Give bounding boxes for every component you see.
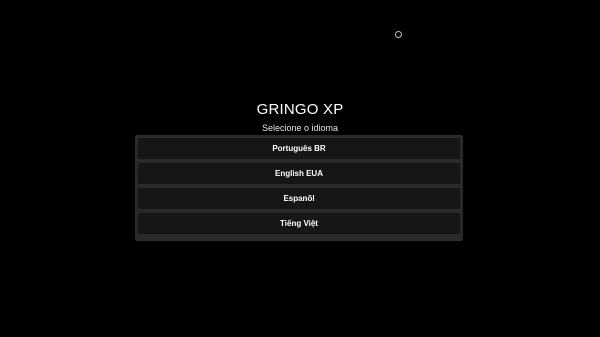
language-option-tieng-viet[interactable]: Tiếng Việt — [138, 213, 460, 234]
language-prompt: Selecione o idioma — [261, 123, 339, 133]
loading-ring-icon — [395, 31, 402, 38]
language-option-portuguese-br[interactable]: Português BR — [138, 138, 460, 159]
app-title: GRINGO XP — [256, 101, 344, 118]
language-list: Português BR English EUA Espanõl Tiếng V… — [135, 135, 463, 241]
language-option-espanol[interactable]: Espanõl — [138, 188, 460, 209]
language-option-english-eua[interactable]: English EUA — [138, 163, 460, 184]
language-select-screen: GRINGO XP Selecione o idioma Português B… — [0, 0, 600, 337]
